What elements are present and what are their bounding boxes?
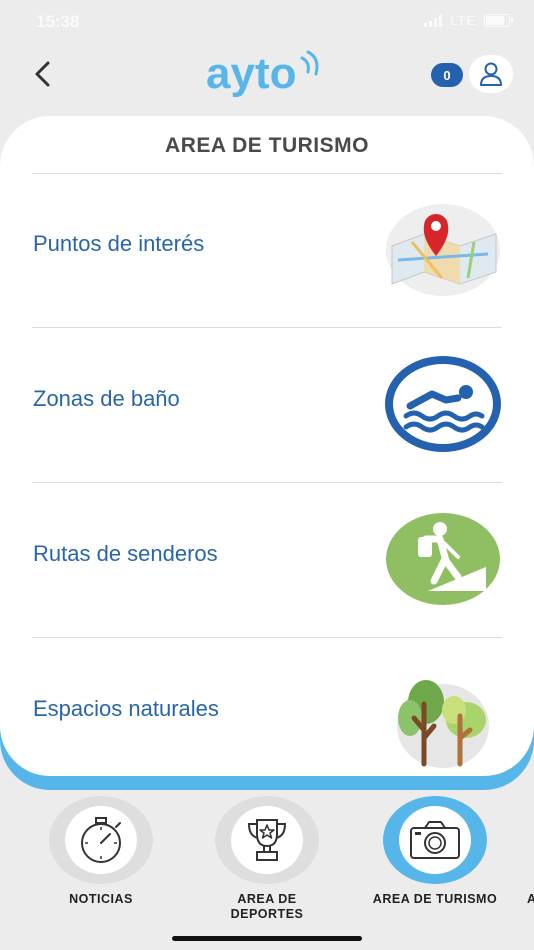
nav-label: AREA DE TURISMO xyxy=(372,892,498,906)
nav-icon-circle xyxy=(215,796,319,884)
item-label: Zonas de baño xyxy=(33,386,180,411)
list-item-espacios-naturales[interactable]: Espacios naturales xyxy=(0,638,534,776)
back-button[interactable] xyxy=(24,54,64,94)
list-item-zonas-de-bano[interactable]: Zonas de baño xyxy=(0,328,534,482)
nav-icon-circle-active xyxy=(383,796,487,884)
chevron-left-icon xyxy=(35,61,50,87)
app-header: ayto 0 xyxy=(0,44,534,114)
swimmer-icon xyxy=(385,356,501,452)
nav-label: NOTICIAS xyxy=(69,892,133,906)
status-bar: 15:38 LTE xyxy=(0,0,534,44)
list-item-rutas-de-senderos[interactable]: Rutas de senderos xyxy=(0,483,534,637)
item-label: Puntos de interés xyxy=(33,231,205,256)
trees-icon xyxy=(397,680,489,768)
home-indicator xyxy=(172,936,362,941)
stopwatch-icon xyxy=(81,817,121,863)
signal-icon xyxy=(424,14,443,27)
battery-icon xyxy=(484,14,513,27)
status-indicators: LTE xyxy=(424,13,513,28)
nav-item-overflow-label[interactable]: A xyxy=(527,892,534,906)
tourism-card: AREA DE TURISMO Puntos de interés Zonas … xyxy=(0,116,534,776)
list-item-puntos-de-interes[interactable]: Puntos de interés xyxy=(0,174,534,328)
network-label: LTE xyxy=(450,13,476,28)
item-label: Espacios naturales xyxy=(33,696,219,721)
notification-badge[interactable]: 0 xyxy=(431,63,463,87)
user-icon xyxy=(480,62,502,86)
nav-item-noticias[interactable]: NOTICIAS xyxy=(36,796,166,907)
status-time: 15:38 xyxy=(36,12,80,31)
trophy-icon xyxy=(247,819,287,861)
section-title: AREA DE TURISMO xyxy=(165,134,369,157)
nav-label: AREA DE DEPORTES xyxy=(230,892,304,921)
map-pin-icon xyxy=(386,204,500,296)
ayto-logo: ayto xyxy=(206,49,319,98)
nav-item-area-de-deportes[interactable]: AREA DE DEPORTES xyxy=(202,796,332,922)
hiker-icon xyxy=(386,513,500,605)
camera-icon xyxy=(410,821,460,859)
profile-button[interactable] xyxy=(469,55,513,93)
nav-item-area-de-turismo[interactable]: AREA DE TURISMO xyxy=(370,796,500,907)
logo-text: ayto xyxy=(206,49,296,98)
nav-icon-circle xyxy=(49,796,153,884)
bottom-navigation: NOTICIAS AREA DE DEPORTES AREA DE TURISM… xyxy=(0,790,534,950)
item-label: Rutas de senderos xyxy=(33,541,218,566)
